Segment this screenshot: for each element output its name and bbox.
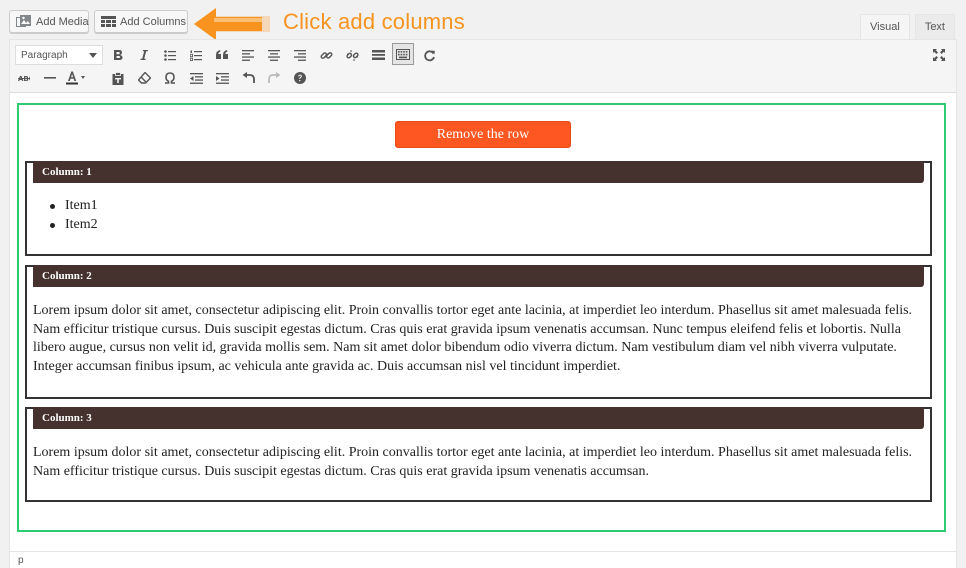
- undo-icon[interactable]: [237, 67, 259, 89]
- column-1-header: Column: 1: [33, 161, 924, 183]
- column-3: Column: 3 Lorem ipsum dolor sit amet, co…: [25, 407, 932, 502]
- list-item: Item1: [50, 197, 926, 216]
- column-2: Column: 2 Lorem ipsum dolor sit amet, co…: [25, 265, 932, 399]
- add-columns-label: Add Columns: [120, 15, 187, 28]
- tab-text[interactable]: Text: [914, 14, 955, 40]
- element-path-statusbar: p: [10, 551, 956, 568]
- bulleted-list-icon[interactable]: [159, 44, 181, 66]
- tab-visual[interactable]: Visual: [860, 14, 910, 40]
- format-select[interactable]: Paragraph: [15, 45, 103, 65]
- special-character-icon[interactable]: [159, 67, 181, 89]
- element-path[interactable]: p: [18, 555, 24, 566]
- horizontal-line-icon[interactable]: [39, 67, 61, 89]
- text-color-icon[interactable]: [65, 67, 87, 89]
- column-1-list: Item1 Item2: [33, 197, 926, 234]
- chevron-down-icon: [89, 50, 97, 61]
- outdent-icon[interactable]: [185, 67, 207, 89]
- fullscreen-icon[interactable]: [928, 44, 950, 66]
- paste-as-text-icon[interactable]: [107, 67, 129, 89]
- list-item: Item2: [50, 216, 926, 235]
- remove-link-icon[interactable]: [341, 44, 363, 66]
- column-3-body[interactable]: Lorem ipsum dolor sit amet, consectetur …: [33, 444, 926, 481]
- format-select-value: Paragraph: [21, 49, 68, 61]
- clear-formatting-icon[interactable]: [133, 67, 155, 89]
- insert-link-icon[interactable]: [315, 44, 337, 66]
- annotation-text: Click add columns: [283, 9, 465, 34]
- column-3-paragraph: Lorem ipsum dolor sit amet, consectetur …: [33, 445, 913, 479]
- editor-tabs: Visual Text: [855, 14, 955, 40]
- toolbar-toggle-icon[interactable]: [392, 43, 414, 65]
- annotation-arrow-icon: [192, 4, 272, 44]
- add-columns-button[interactable]: Add Columns: [94, 10, 188, 33]
- bold-icon[interactable]: [107, 44, 129, 66]
- column-2-paragraph: Lorem ipsum dolor sit amet, consectetur …: [33, 303, 913, 374]
- editor-content-area[interactable]: Remove the row Column: 1 Item1 Item2 Col…: [10, 93, 956, 551]
- column-1-body[interactable]: Item1 Item2: [33, 197, 926, 234]
- column-2-header: Column: 2: [33, 265, 924, 287]
- editor-toolbar: Paragraph AB: [10, 40, 956, 93]
- refresh-icon[interactable]: [418, 44, 440, 66]
- column-2-body[interactable]: Lorem ipsum dolor sit amet, consectetur …: [33, 302, 926, 376]
- numbered-list-icon[interactable]: [185, 44, 207, 66]
- editor-frame: Paragraph AB Remove the row Column: 1 It…: [9, 39, 957, 568]
- columns-icon: [101, 16, 116, 27]
- column-3-header: Column: 3: [33, 407, 924, 429]
- remove-row-button[interactable]: Remove the row: [395, 121, 571, 148]
- media-buttons-bar: Add Media Add Columns Click add columns …: [0, 0, 966, 40]
- italic-icon[interactable]: [133, 44, 155, 66]
- blockquote-icon[interactable]: [211, 44, 233, 66]
- add-media-button[interactable]: Add Media: [9, 10, 89, 33]
- svg-text:ABC: ABC: [18, 75, 30, 83]
- align-right-icon[interactable]: [289, 44, 311, 66]
- column-1: Column: 1 Item1 Item2: [25, 161, 932, 256]
- strikethrough-icon[interactable]: ABC: [13, 67, 35, 89]
- columns-row: Remove the row Column: 1 Item1 Item2 Col…: [17, 103, 946, 532]
- help-icon[interactable]: [289, 67, 311, 89]
- indent-icon[interactable]: [211, 67, 233, 89]
- align-center-icon[interactable]: [263, 44, 285, 66]
- add-media-icon: [16, 14, 32, 29]
- add-media-label: Add Media: [36, 15, 89, 28]
- read-more-icon[interactable]: [367, 44, 389, 66]
- redo-icon[interactable]: [263, 67, 285, 89]
- align-left-icon[interactable]: [237, 44, 259, 66]
